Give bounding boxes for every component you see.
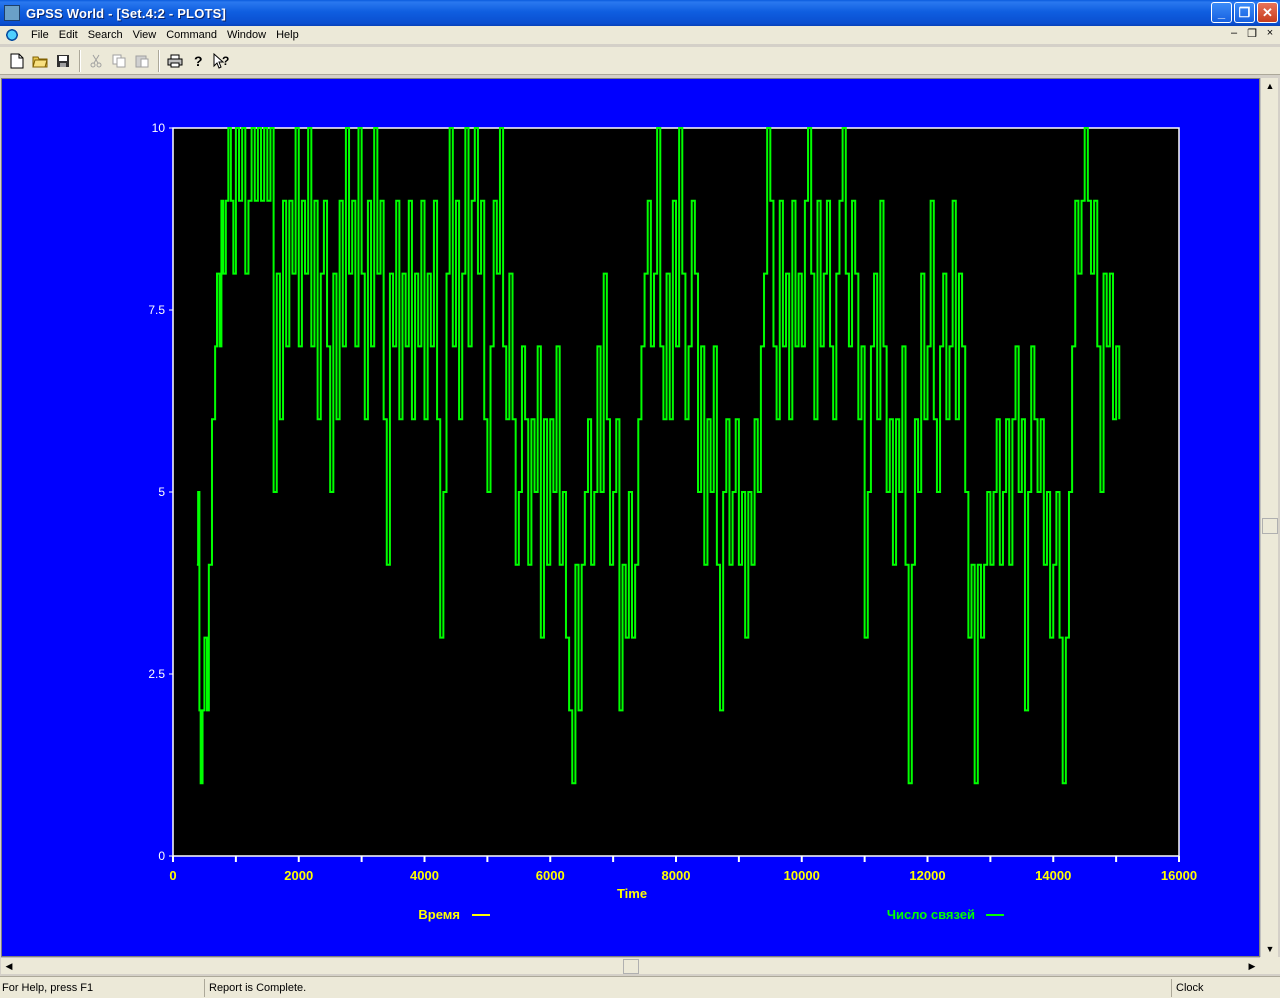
new-file-icon[interactable] — [6, 50, 28, 72]
horizontal-scrollbar[interactable]: ◀ ▶ — [1, 957, 1260, 974]
x-tick-label: 10000 — [784, 868, 820, 883]
horizontal-scroll-thumb[interactable] — [623, 959, 639, 974]
x-tick-label: 2000 — [284, 868, 313, 883]
legend-label: Число связей — [887, 907, 975, 922]
x-axis-label: Time — [617, 886, 647, 901]
legend-label: Время — [418, 907, 460, 922]
mdi-close-button[interactable]: × — [1264, 27, 1276, 40]
close-button[interactable]: ✕ — [1257, 2, 1278, 23]
toolbar: ? ? — [0, 47, 1280, 75]
scroll-down-arrow-icon[interactable]: ▼ — [1262, 941, 1278, 957]
x-tick-label: 12000 — [909, 868, 945, 883]
paste-icon[interactable] — [131, 50, 153, 72]
cut-icon[interactable] — [85, 50, 107, 72]
y-tick-label: 5 — [158, 485, 165, 499]
legend: Время Число связей — [418, 907, 1004, 922]
scrollbar-corner — [1260, 957, 1280, 974]
toolbar-separator — [158, 49, 160, 72]
menu-file[interactable]: File — [26, 26, 54, 44]
plot-chart: 0 2.5 5 7.5 10 0 2000 4000 6000 8000 10000 12000 14… — [148, 121, 1197, 922]
status-report-text: Report is Complete. — [207, 979, 1172, 997]
mdi-restore-button[interactable]: ❐ — [1246, 27, 1258, 40]
print-icon[interactable] — [164, 50, 186, 72]
y-tick-label: 10 — [152, 121, 166, 135]
help-icon[interactable]: ? — [187, 50, 209, 72]
save-icon[interactable] — [52, 50, 74, 72]
copy-icon[interactable] — [108, 50, 130, 72]
menu-bar: File Edit Search View Command Window Hel… — [0, 26, 1280, 44]
svg-text:?: ? — [194, 53, 203, 69]
x-tick-label: 6000 — [536, 868, 565, 883]
document-icon[interactable] — [4, 28, 20, 42]
menu-window[interactable]: Window — [222, 26, 271, 44]
vertical-scrollbar[interactable]: ▲ ▼ — [1260, 78, 1278, 957]
minimize-button[interactable]: _ — [1211, 2, 1232, 23]
menu-search[interactable]: Search — [83, 26, 128, 44]
x-tick-label: 8000 — [662, 868, 691, 883]
scroll-left-arrow-icon[interactable]: ◀ — [1, 959, 17, 974]
scroll-right-arrow-icon[interactable]: ▶ — [1244, 959, 1260, 974]
x-tick-label: 14000 — [1035, 868, 1071, 883]
status-help-text: For Help, press F1 — [0, 979, 205, 997]
toolbar-separator — [79, 49, 81, 72]
restore-button[interactable]: ❐ — [1234, 2, 1255, 23]
x-tick-label: 4000 — [410, 868, 439, 883]
window-title: GPSS World - [Set.4:2 - PLOTS] — [26, 5, 227, 21]
vertical-scroll-thumb[interactable] — [1262, 518, 1278, 534]
title-bar: GPSS World - [Set.4:2 - PLOTS] _ ❐ ✕ — [0, 0, 1280, 26]
x-tick-label: 16000 — [1161, 868, 1197, 883]
svg-text:?: ? — [222, 54, 229, 68]
menu-edit[interactable]: Edit — [54, 26, 83, 44]
menu-command[interactable]: Command — [161, 26, 222, 44]
status-bar: For Help, press F1 Report is Complete. C… — [0, 976, 1280, 998]
y-tick-label: 2.5 — [148, 667, 165, 681]
y-tick-label: 0 — [158, 849, 165, 863]
context-help-icon[interactable]: ? — [210, 50, 232, 72]
x-axis: 0 2000 4000 6000 8000 10000 12000 14000 16000 — [169, 856, 1197, 883]
status-clock-text: Clock — [1176, 982, 1204, 994]
mdi-minimize-button[interactable]: – — [1228, 27, 1240, 40]
y-axis: 0 2.5 5 7.5 10 — [148, 121, 173, 863]
menu-help[interactable]: Help — [271, 26, 304, 44]
gpss-app-icon — [4, 5, 20, 21]
x-tick-label: 0 — [169, 868, 176, 883]
menu-view[interactable]: View — [128, 26, 162, 44]
open-folder-icon[interactable] — [29, 50, 51, 72]
y-tick-label: 7.5 — [148, 303, 165, 317]
scroll-up-arrow-icon[interactable]: ▲ — [1262, 78, 1278, 94]
plot-window: 0 2.5 5 7.5 10 0 2000 4000 6000 8000 10000 12000 14… — [1, 78, 1260, 957]
